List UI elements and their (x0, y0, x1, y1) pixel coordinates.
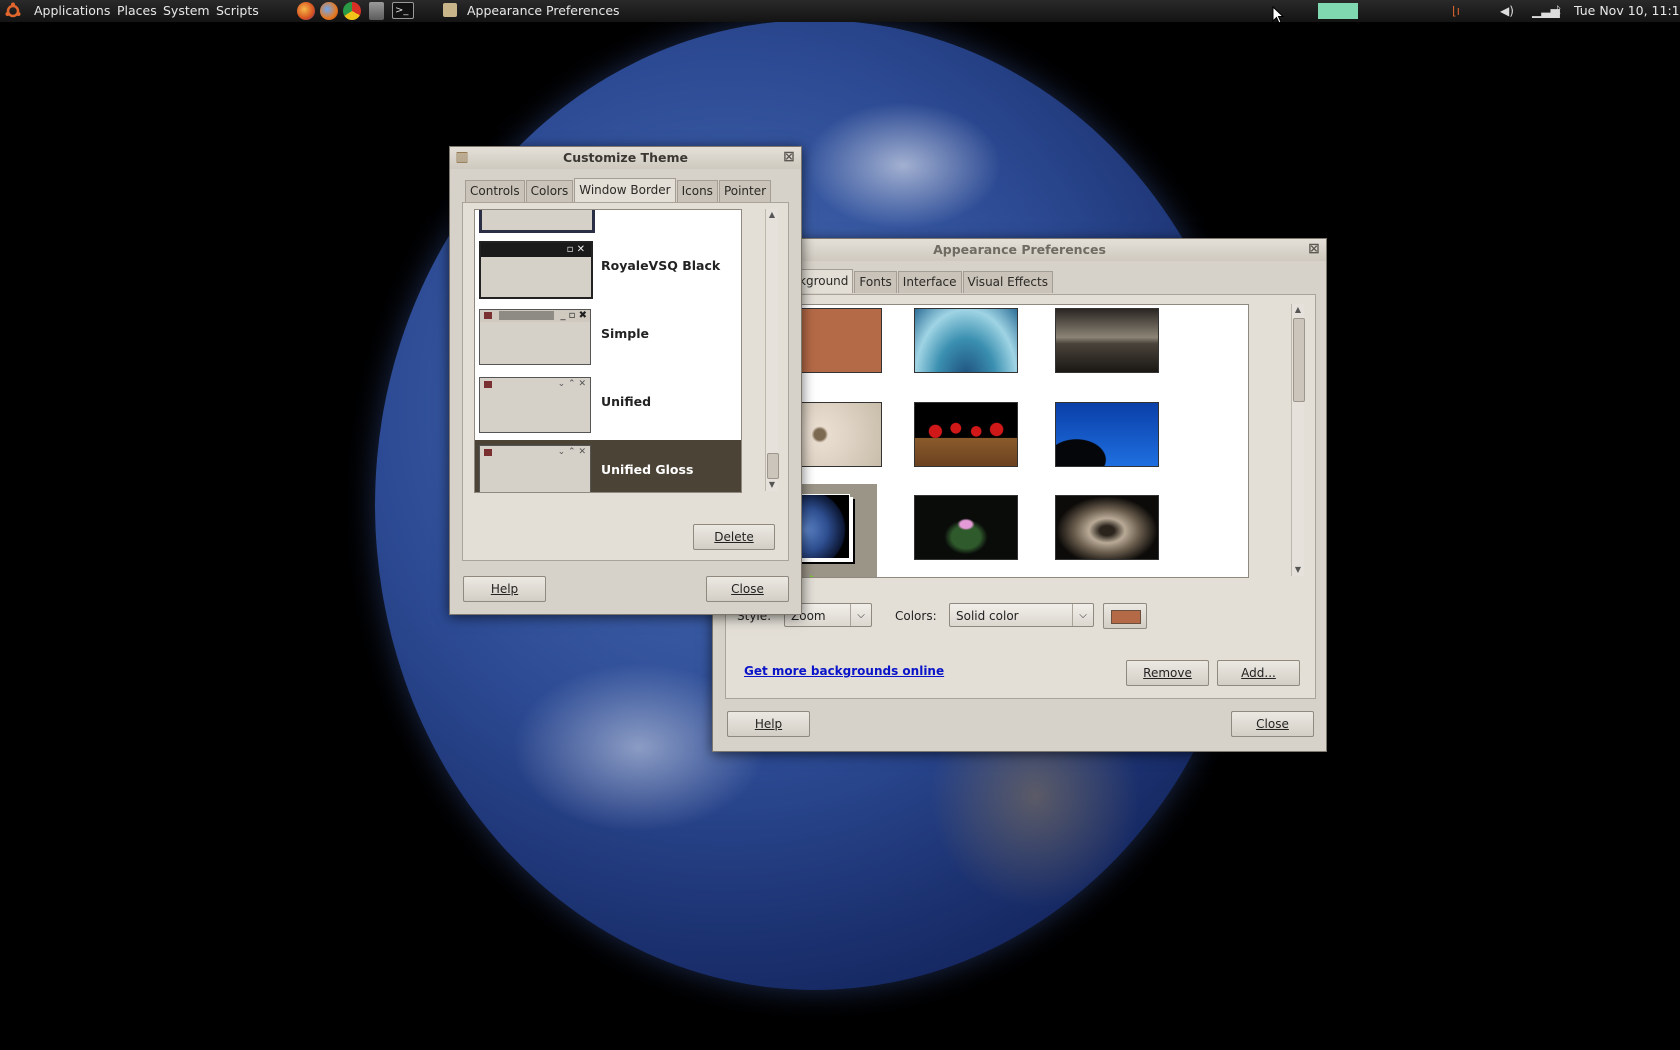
calculator-icon[interactable] (369, 2, 384, 20)
background-thumb-flower[interactable] (798, 402, 882, 467)
get-more-backgrounds-link[interactable]: Get more backgrounds online (744, 664, 944, 678)
theme-preview (479, 210, 595, 233)
remove-button-label: Remove (1143, 666, 1192, 680)
theme-preview: _ ▫ ✖ (479, 309, 591, 365)
window-border-theme-list: ▫ ✕ RoyaleVSQ Black _ ▫ ✖ Simple ⌄ ⌃ ✕ U… (474, 209, 742, 493)
add-button-label: Add... (1241, 666, 1276, 680)
theme-row[interactable] (475, 210, 741, 233)
colors-value: Solid color (956, 609, 1019, 623)
theme-row-simple[interactable]: _ ▫ ✖ Simple (475, 304, 741, 367)
taskbar-appearance-preferences[interactable]: Appearance Preferences (467, 3, 620, 18)
background-thumb-blue-sky[interactable] (1055, 402, 1159, 467)
close-button-label: Close (1256, 717, 1289, 731)
theme-list-scrollbar[interactable]: ▲ ▼ (765, 209, 779, 491)
theme-row-unified[interactable]: ⌄ ⌃ ✕ Unified (475, 372, 741, 435)
add-button[interactable]: Add... (1217, 660, 1300, 686)
color-swatch-button[interactable] (1103, 603, 1147, 629)
scroll-down-icon[interactable]: ▼ (1292, 564, 1304, 576)
tab-background[interactable]: kground (795, 269, 854, 293)
bluetooth-icon[interactable]: ᛒ (1555, 4, 1562, 18)
delete-button[interactable]: Delete (693, 524, 775, 550)
menu-system[interactable]: System (163, 3, 210, 18)
help-button-label: Help (754, 717, 783, 731)
tab-visual-effects[interactable]: Visual Effects (962, 271, 1053, 293)
menu-scripts[interactable]: Scripts (216, 3, 259, 18)
customize-theme-tabs: Controls Colors Window Border Icons Poin… (465, 178, 772, 202)
background-thumb-hands[interactable] (1055, 495, 1159, 560)
chevron-down-icon: ⌵ (1072, 604, 1093, 626)
appearance-titlebar[interactable]: Appearance Preferences ⊠ (713, 239, 1326, 261)
appearance-preferences-window: Appearance Preferences ⊠ kground Fonts I… (712, 238, 1327, 752)
tab-colors[interactable]: Colors (525, 180, 574, 202)
theme-label: Simple (601, 326, 650, 341)
chevron-down-icon: ⌵ (850, 604, 871, 626)
cpu-graph-icon[interactable]: ⌊ı (1452, 4, 1460, 18)
theme-preview: ⌄ ⌃ ✕ (479, 377, 591, 433)
close-button[interactable]: Close (706, 576, 789, 602)
background-thumb-agave[interactable] (914, 308, 1018, 373)
chrome-icon[interactable] (343, 2, 361, 20)
close-button[interactable]: Close (1231, 711, 1314, 737)
close-icon[interactable]: ⊠ (1306, 241, 1322, 257)
menu-places[interactable]: Places (117, 3, 157, 18)
theme-preview: ▫ ✕ (479, 241, 593, 299)
theme-label: Unified Gloss (601, 462, 694, 477)
colors-label: Colors: (895, 609, 937, 623)
background-thumb-cherries[interactable] (914, 402, 1018, 467)
ubuntu-logo-icon[interactable] (4, 2, 22, 23)
window-title: Customize Theme (563, 150, 688, 165)
menu-applications[interactable]: Applications (34, 3, 110, 18)
close-icon[interactable]: ⊠ (781, 149, 797, 165)
top-panel: Applications Places System Scripts >_ Ap… (0, 0, 1680, 22)
firefox-icon[interactable] (297, 2, 315, 20)
theme-app-icon: ▥ (455, 149, 469, 165)
help-button[interactable]: Help (727, 711, 810, 737)
background-thumb-water-lily[interactable] (914, 495, 1018, 560)
scrollbar-thumb[interactable] (767, 453, 779, 479)
customize-theme-window: ▥ Customize Theme ⊠ Controls Colors Wind… (449, 146, 802, 615)
help-button-label: Help (490, 582, 519, 596)
remove-button[interactable]: Remove (1126, 660, 1209, 686)
background-thumb-solid-color[interactable] (798, 308, 882, 373)
tab-window-border[interactable]: Window Border (574, 178, 676, 202)
scroll-up-icon[interactable]: ▲ (766, 209, 778, 221)
firefox-icon[interactable] (320, 2, 338, 20)
tab-icons[interactable]: Icons (676, 180, 718, 202)
theme-label: RoyaleVSQ Black (601, 258, 721, 273)
network-monitor-icon[interactable] (1318, 3, 1358, 19)
tab-controls[interactable]: Controls (465, 180, 525, 202)
play-icon[interactable]: ▶ (810, 572, 821, 577)
scroll-down-icon[interactable]: ▼ (766, 479, 778, 491)
appearance-app-icon (443, 3, 457, 17)
background-grid-scrollbar[interactable]: ▲ ▼ (1291, 304, 1305, 576)
theme-row-royalevsq-black[interactable]: ▫ ✕ RoyaleVSQ Black (475, 236, 741, 299)
background-thumb-selected-frame[interactable]: ▶ (798, 484, 877, 577)
volume-icon[interactable]: ◀) (1500, 4, 1514, 18)
scroll-up-icon[interactable]: ▲ (1292, 304, 1304, 316)
colors-combobox[interactable]: Solid color ⌵ (949, 603, 1094, 627)
theme-row-unified-gloss[interactable]: ⌄ ⌃ ✕ Unified Gloss (475, 440, 741, 492)
window-title: Appearance Preferences (933, 242, 1106, 257)
customize-theme-titlebar[interactable]: ▥ Customize Theme ⊠ (450, 147, 801, 169)
background-thumb-earth (798, 494, 850, 559)
help-button[interactable]: Help (463, 576, 546, 602)
color-swatch (1111, 610, 1141, 624)
mouse-cursor-icon (1272, 6, 1284, 24)
background-thumb-sunset[interactable] (1055, 308, 1159, 373)
clock[interactable]: Tue Nov 10, 11:10 (1574, 3, 1680, 18)
delete-button-label: Delete (714, 530, 754, 544)
tab-pointer[interactable]: Pointer (718, 180, 772, 202)
theme-label: Unified (601, 394, 652, 409)
tab-interface[interactable]: Interface (897, 271, 962, 293)
terminal-icon[interactable]: >_ (392, 2, 414, 19)
theme-preview: ⌄ ⌃ ✕ (479, 445, 591, 492)
appearance-tabs: kground Fonts Interface Visual Effects (795, 269, 1054, 293)
scrollbar-thumb[interactable] (1293, 318, 1305, 402)
close-button-label: Close (731, 582, 764, 596)
tab-fonts[interactable]: Fonts (854, 271, 897, 293)
background-thumbnail-grid: ▶ (797, 304, 1249, 578)
